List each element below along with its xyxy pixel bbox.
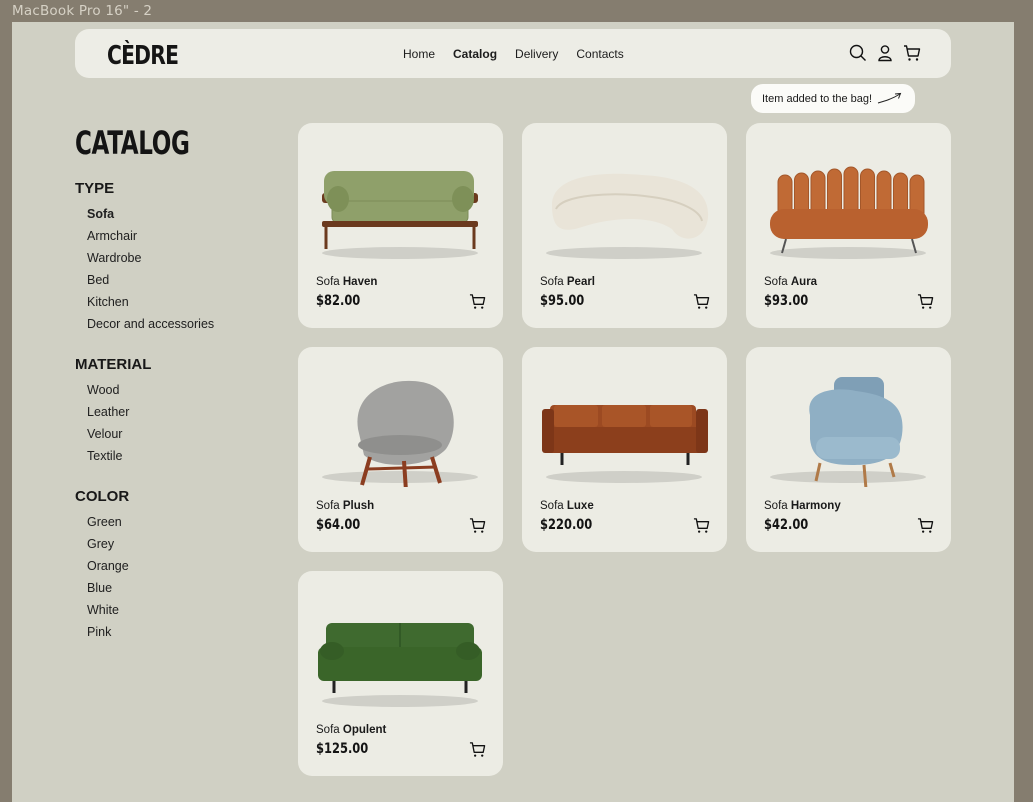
nav-delivery[interactable]: Delivery: [515, 47, 558, 61]
filter-color-orange[interactable]: Orange: [87, 555, 129, 577]
product-card[interactable]: Sofa Haven $82.00: [298, 123, 503, 328]
filter-list: Green Grey Orange Blue White Pink: [75, 511, 129, 643]
filter-type-decor[interactable]: Decor and accessories: [87, 313, 214, 335]
product-title: Pearl: [566, 276, 596, 288]
product-price: $125.00: [316, 741, 369, 757]
nav-home[interactable]: Home: [403, 47, 435, 61]
filter-material-leather[interactable]: Leather: [87, 401, 151, 423]
product-price: $82.00: [316, 293, 361, 309]
filter-title: MATERIAL: [75, 356, 152, 373]
product-title: Luxe: [566, 500, 594, 512]
filter-color-blue[interactable]: Blue: [87, 577, 129, 599]
add-to-cart-icon[interactable]: [469, 517, 486, 534]
product-card[interactable]: Sofa Harmony $42.00: [746, 347, 951, 552]
filter-list: Sofa Armchair Wardrobe Bed Kitchen Decor…: [75, 203, 214, 335]
product-title: Plush: [342, 500, 375, 512]
product-image[interactable]: [308, 369, 493, 487]
nav-catalog[interactable]: Catalog: [453, 47, 497, 61]
filter-material-velour[interactable]: Velour: [87, 423, 151, 445]
filter-group-color: COLOR Green Grey Orange Blue White Pink: [75, 488, 129, 643]
product-title: Haven: [342, 276, 378, 288]
header: CÈDRE Home Catalog Delivery Contacts: [75, 29, 951, 78]
arrow-icon: [877, 92, 902, 103]
product-name[interactable]: Sofa Luxe: [540, 500, 594, 512]
product-image[interactable]: [532, 145, 717, 263]
product-title: Harmony: [790, 500, 841, 512]
filter-color-grey[interactable]: Grey: [87, 533, 129, 555]
product-type: Sofa: [540, 276, 564, 288]
filter-material-textile[interactable]: Textile: [87, 445, 151, 467]
add-to-cart-icon[interactable]: [469, 293, 486, 310]
filter-group-material: MATERIAL Wood Leather Velour Textile: [75, 356, 151, 467]
filter-title: TYPE: [75, 180, 115, 197]
product-title: Aura: [790, 276, 818, 288]
product-image[interactable]: [532, 369, 717, 487]
product-title: Opulent: [342, 724, 387, 736]
logo[interactable]: CÈDRE: [107, 41, 179, 71]
product-price: $42.00: [764, 517, 809, 533]
add-to-cart-icon[interactable]: [469, 741, 486, 758]
product-type: Sofa: [540, 500, 564, 512]
product-type: Sofa: [316, 724, 340, 736]
product-name[interactable]: Sofa Haven: [316, 276, 377, 288]
product-name[interactable]: Sofa Opulent: [316, 724, 386, 736]
product-card[interactable]: Sofa Luxe $220.00: [522, 347, 727, 552]
user-icon[interactable]: [876, 44, 894, 62]
product-image[interactable]: [308, 145, 493, 263]
product-name[interactable]: Sofa Plush: [316, 500, 374, 512]
product-name[interactable]: Sofa Harmony: [764, 500, 841, 512]
product-card[interactable]: Sofa Pearl $95.00: [522, 123, 727, 328]
filter-type-armchair[interactable]: Armchair: [87, 225, 214, 247]
filter-type-sofa[interactable]: Sofa: [87, 203, 214, 225]
product-image[interactable]: [756, 145, 941, 263]
product-price: $95.00: [540, 293, 585, 309]
toast-message: Item added to the bag!: [762, 92, 873, 105]
added-to-bag-toast: Item added to the bag!: [751, 84, 915, 113]
product-type: Sofa: [764, 500, 788, 512]
product-type: Sofa: [764, 276, 788, 288]
product-card[interactable]: Sofa Aura $93.00: [746, 123, 951, 328]
product-card[interactable]: Sofa Opulent $125.00: [298, 571, 503, 776]
search-icon[interactable]: [849, 44, 867, 62]
filter-type-bed[interactable]: Bed: [87, 269, 214, 291]
filter-color-pink[interactable]: Pink: [87, 621, 129, 643]
product-image[interactable]: [308, 593, 493, 711]
product-card[interactable]: Sofa Plush $64.00: [298, 347, 503, 552]
product-price: $93.00: [764, 293, 809, 309]
filter-type-wardrobe[interactable]: Wardrobe: [87, 247, 214, 269]
product-type: Sofa: [316, 276, 340, 288]
product-name[interactable]: Sofa Pearl: [540, 276, 595, 288]
filter-group-type: TYPE Sofa Armchair Wardrobe Bed Kitchen …: [75, 180, 214, 335]
filter-material-wood[interactable]: Wood: [87, 379, 151, 401]
artboard: CÈDRE Home Catalog Delivery Contacts Ite…: [12, 22, 1014, 802]
product-name[interactable]: Sofa Aura: [764, 276, 817, 288]
filter-type-kitchen[interactable]: Kitchen: [87, 291, 214, 313]
main-nav: Home Catalog Delivery Contacts: [403, 47, 624, 61]
product-price: $220.00: [540, 517, 593, 533]
product-image[interactable]: [756, 369, 941, 487]
cart-icon[interactable]: [903, 44, 921, 62]
add-to-cart-icon[interactable]: [917, 293, 934, 310]
header-icons: [849, 44, 921, 62]
filter-color-green[interactable]: Green: [87, 511, 129, 533]
add-to-cart-icon[interactable]: [693, 293, 710, 310]
add-to-cart-icon[interactable]: [917, 517, 934, 534]
frame-label: MacBook Pro 16" - 2: [12, 3, 153, 19]
filter-title: COLOR: [75, 488, 130, 505]
filter-color-white[interactable]: White: [87, 599, 129, 621]
product-type: Sofa: [316, 500, 340, 512]
product-price: $64.00: [316, 517, 361, 533]
add-to-cart-icon[interactable]: [693, 517, 710, 534]
nav-contacts[interactable]: Contacts: [576, 47, 623, 61]
page-title: CATALOG: [75, 124, 190, 162]
filter-list: Wood Leather Velour Textile: [75, 379, 151, 467]
